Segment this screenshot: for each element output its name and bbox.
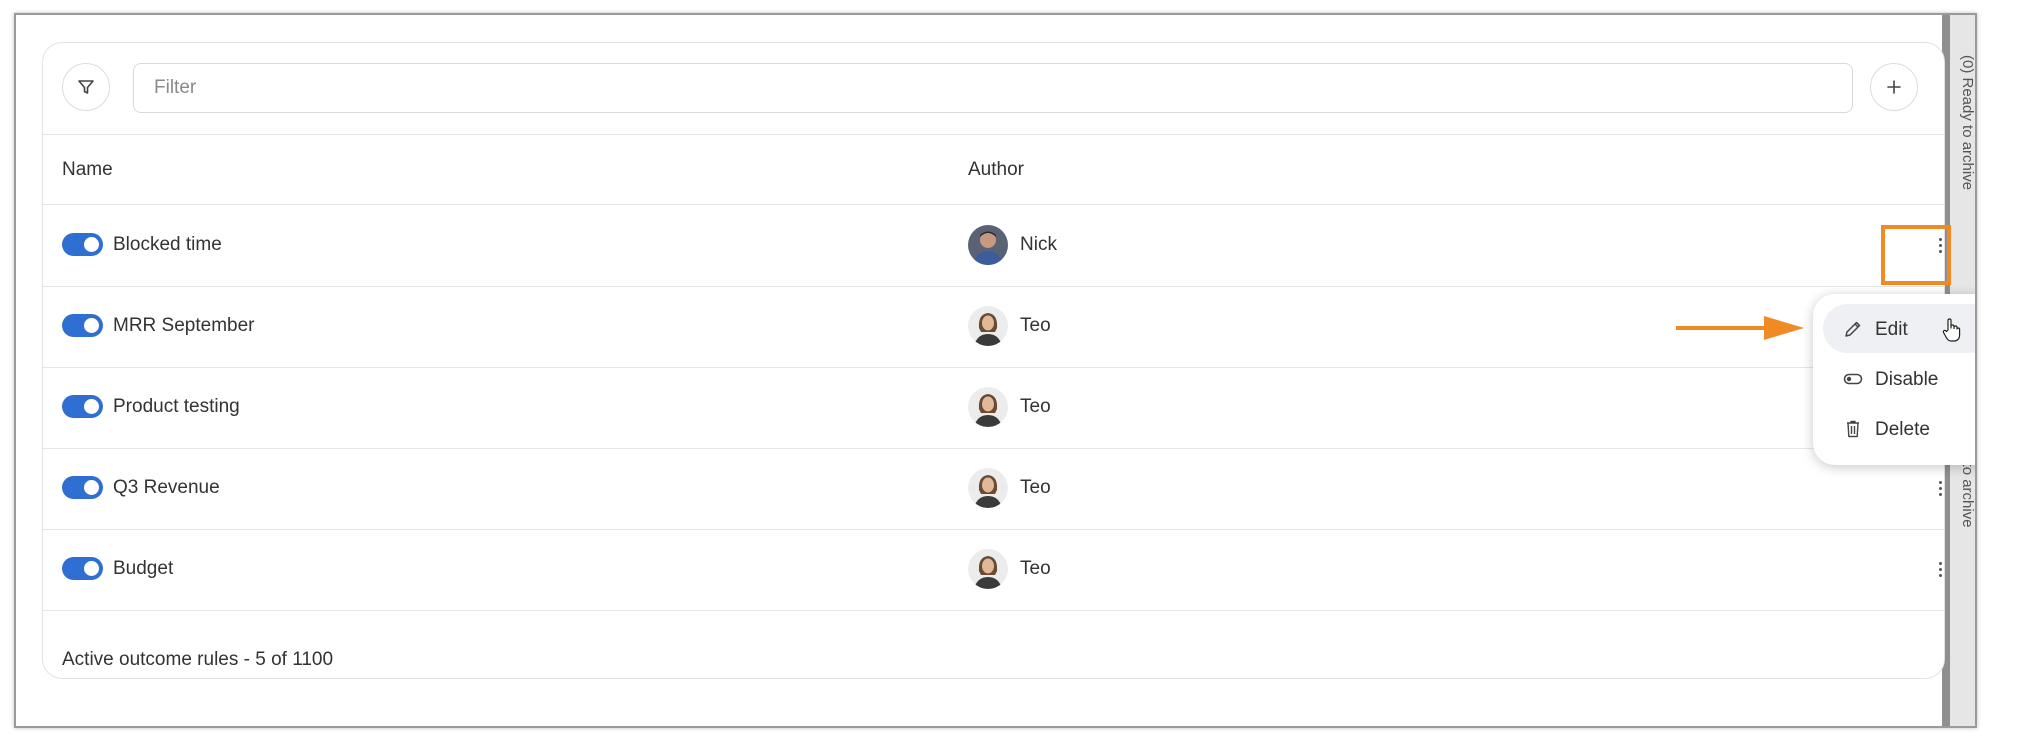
avatar (968, 468, 1008, 508)
enable-toggle[interactable] (62, 557, 103, 580)
toolbar (43, 43, 1944, 135)
author-name: Nick (1020, 234, 1057, 255)
menu-item-disable[interactable]: Disable (1823, 354, 1975, 403)
arrow-annotation (1676, 316, 1804, 340)
pencil-icon (1845, 321, 1861, 337)
rule-name: Q3 Revenue (113, 477, 220, 498)
column-header-name: Name (62, 159, 113, 180)
rule-name: MRR September (113, 315, 255, 336)
highlight-box (1881, 225, 1951, 285)
table-row: Q3 Revenue Teo (43, 448, 1944, 530)
enable-toggle[interactable] (62, 314, 103, 337)
table-footer-summary: Active outcome rules - 5 of 1100 (62, 649, 334, 670)
author-name: Teo (1020, 558, 1051, 579)
enable-toggle[interactable] (62, 233, 103, 256)
author-name: Teo (1020, 477, 1051, 498)
table-row: Budget Teo (43, 529, 1944, 611)
trash-icon (1847, 420, 1859, 438)
app-window: (0) Ready to archive Ready to archive Na… (14, 13, 1977, 728)
table-row: Blocked time Nick (43, 205, 1944, 287)
avatar (968, 387, 1008, 427)
menu-item-label: Disable (1875, 369, 1939, 390)
toggle-off-icon (1843, 373, 1863, 385)
hand-cursor-icon (1942, 318, 1961, 342)
menu-item-label: Edit (1875, 319, 1908, 340)
rule-name: Blocked time (113, 234, 222, 255)
enable-toggle[interactable] (62, 476, 103, 499)
table-row: MRR September Teo (43, 286, 1944, 368)
author-name: Teo (1020, 396, 1051, 417)
enable-toggle[interactable] (62, 395, 103, 418)
side-panel-text: (0) Ready to archive (1959, 55, 1976, 191)
avatar (968, 225, 1008, 265)
table-row: Product testing Teo (43, 367, 1944, 449)
filter-button[interactable] (62, 63, 110, 111)
more-actions-button[interactable] (1925, 468, 1955, 508)
more-actions-button[interactable] (1925, 549, 1955, 589)
add-rule-button[interactable] (1870, 63, 1918, 111)
column-header-author: Author (968, 159, 1024, 180)
menu-item-label: Delete (1875, 419, 1930, 440)
rules-table-card: Name Author Blocked time Nick MRR Septem… (42, 42, 1945, 679)
menu-item-delete[interactable]: Delete (1823, 404, 1975, 453)
plus-icon (1887, 80, 1901, 94)
rule-name: Budget (113, 558, 174, 579)
rule-name: Product testing (113, 396, 240, 417)
author-name: Teo (1020, 315, 1051, 336)
avatar (968, 549, 1008, 589)
avatar (968, 306, 1008, 346)
funnel-icon (78, 80, 94, 94)
filter-input[interactable] (133, 63, 1853, 113)
table-header: Name Author (43, 135, 1944, 205)
